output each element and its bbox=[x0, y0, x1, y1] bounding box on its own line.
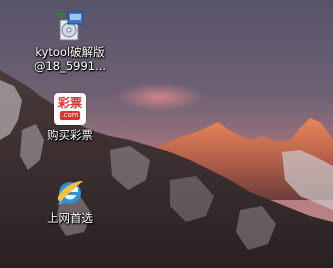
icon-label-line1: kytool破解版 bbox=[35, 45, 105, 59]
lottery-icon: 彩票 .com bbox=[54, 93, 86, 125]
desktop-icon-kytool[interactable]: kytool破解版 @18_5991... bbox=[32, 10, 108, 73]
lottery-badge-text: 彩票 bbox=[57, 96, 82, 110]
icon-label-line2: @18_5991... bbox=[33, 59, 107, 73]
installer-cd-icon bbox=[56, 11, 84, 41]
desktop-icon-internet[interactable]: 上网首选 bbox=[32, 176, 108, 225]
desktop-icon-lottery[interactable]: 彩票 .com 购买彩票 bbox=[32, 93, 108, 142]
lottery-badge-sub: .com bbox=[60, 111, 80, 120]
internet-explorer-icon bbox=[57, 180, 83, 205]
icon-label: 上网首选 bbox=[47, 211, 93, 225]
icon-label: 购买彩票 bbox=[47, 128, 93, 142]
